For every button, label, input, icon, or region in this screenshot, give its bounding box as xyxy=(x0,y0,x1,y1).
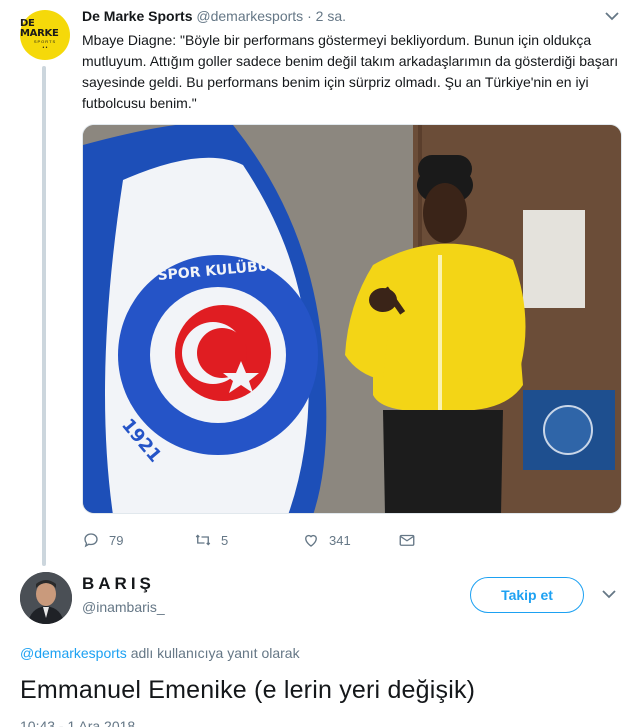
tweet-image[interactable]: KAS SPOR KULÜBÜ 1921 xyxy=(82,124,622,514)
avatar-photo xyxy=(20,572,72,624)
avatar[interactable] xyxy=(20,572,72,624)
reply-author-handle[interactable]: @inambaris_ xyxy=(82,599,165,615)
chevron-down-icon[interactable] xyxy=(602,586,616,604)
chevron-down-icon[interactable] xyxy=(605,8,619,24)
retweet-count: 5 xyxy=(221,532,229,548)
reply-text: Emmanuel Emenike (e lerin yeri değişik) xyxy=(20,676,476,704)
retweet-button[interactable]: 5 xyxy=(194,531,256,549)
author-handle[interactable]: @demarkesports xyxy=(196,8,303,24)
message-icon xyxy=(399,534,415,546)
avatar[interactable]: DE MARKE SPORTS • • xyxy=(20,10,70,60)
tweet-time[interactable]: 2 sa. xyxy=(316,8,346,24)
avatar-logo-text: DE MARKE xyxy=(20,18,59,39)
reply-icon xyxy=(84,533,98,548)
like-count: 341 xyxy=(329,532,351,548)
reply-author-name[interactable]: BARIŞ xyxy=(82,574,155,594)
message-button[interactable] xyxy=(398,531,425,549)
follow-button[interactable]: Takip et xyxy=(470,577,584,613)
time-separator: · xyxy=(307,8,312,24)
reply-context: @demarkesports adlı kullanıcıya yanıt ol… xyxy=(20,645,300,661)
tweet-text: Mbaye Diagne: "Böyle bir performans göst… xyxy=(82,32,619,111)
thread-line xyxy=(42,66,46,566)
tweet-actions: 79 5 341 xyxy=(82,526,459,554)
author-name[interactable]: De Marke Sports xyxy=(82,8,192,24)
retweet-icon xyxy=(195,534,211,546)
reply-context-text: adlı kullanıcıya yanıt olarak xyxy=(126,645,300,661)
tweet-image-illustration: KAS SPOR KULÜBÜ 1921 xyxy=(83,125,621,513)
reply-count: 79 xyxy=(109,532,124,548)
avatar-logo-dots: • • xyxy=(42,45,48,51)
reply-timestamp[interactable]: 10:43 - 1 Ara 2018 xyxy=(20,718,135,727)
reply-button[interactable]: 79 xyxy=(82,531,148,549)
tweet-header: De Marke Sports @demarkesports · 2 sa. xyxy=(82,8,346,24)
like-button[interactable]: 341 xyxy=(302,531,364,549)
reply-mention-link[interactable]: @demarkesports xyxy=(20,645,127,661)
like-icon xyxy=(305,534,317,547)
